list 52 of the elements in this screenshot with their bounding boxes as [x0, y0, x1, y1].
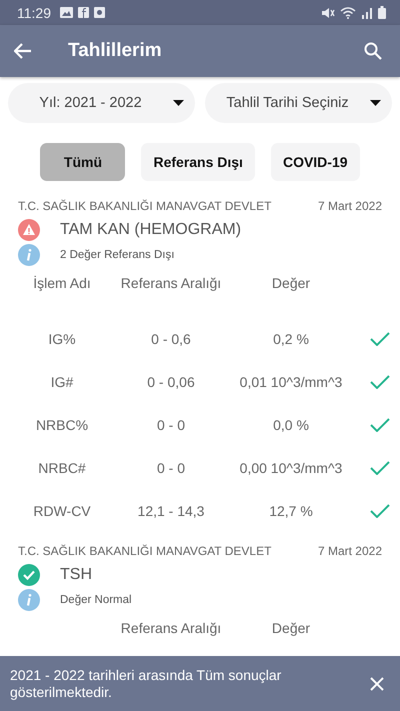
close-icon: [370, 676, 384, 690]
check-circle-icon: [18, 564, 40, 586]
back-arrow-icon: [14, 43, 32, 59]
clock: 11:29: [17, 4, 51, 20]
test-name: TSH: [60, 566, 92, 584]
table-cell: IG#: [50, 374, 74, 390]
column-header: Referans Aralığı: [120, 275, 222, 291]
table-cell: 0 - 0,6: [151, 330, 191, 346]
dropdown[interactable]: Yıl: 2021 - 2022: [8, 83, 195, 123]
filter-tab[interactable]: COVID-19: [270, 143, 360, 181]
hospital-name: T.C. SAĞLIK BAKANLIĞI MANAVGAT DEVLET: [18, 199, 272, 213]
table-cell: 12,1 - 14,3: [138, 502, 204, 518]
column-header: Referans Aralığı: [120, 620, 222, 636]
info-icon: [18, 244, 40, 266]
page-title: Tahlillerim: [68, 40, 163, 62]
test-name: TAM KAN (HEMOGRAM): [60, 221, 242, 239]
table-cell: 0,2 %: [273, 330, 309, 346]
signal-icon: [361, 6, 373, 18]
summary-text: 2 Değer Referans Dışı: [60, 249, 174, 261]
battery-icon: [378, 6, 386, 19]
image-icon: [60, 7, 73, 18]
search-icon: [364, 42, 382, 60]
table-cell: IG%: [48, 330, 76, 346]
table-cell: 12,7 %: [269, 502, 313, 518]
table-cell: NRBC#: [38, 460, 86, 476]
square-icon: [78, 7, 89, 18]
caret-icon: [370, 100, 381, 106]
filter-tab[interactable]: Tümü: [40, 143, 126, 181]
table-cell: 0,01 10^3/mm^3: [240, 374, 342, 390]
mute-icon: [321, 6, 335, 18]
caret-icon: [173, 100, 184, 106]
table-cell: 0,0 %: [273, 416, 309, 432]
info-icon: [18, 589, 40, 611]
square-icon: [94, 7, 105, 18]
snackbar-message: 2021 - 2022 tarihleri arasında Tüm sonuçlar gösterilmektedir.: [10, 666, 282, 700]
dropdown[interactable]: Tahlil Tarihi Seçiniz: [205, 83, 392, 123]
table-cell: 0 - 0: [156, 416, 185, 432]
wifi-icon: [340, 6, 356, 18]
warning-icon: [18, 219, 40, 241]
column-header: Değer: [272, 620, 310, 636]
table-cell: 0 - 0: [156, 460, 185, 476]
summary-text: Değer Normal: [60, 594, 132, 606]
table-cell: NRBC%: [36, 416, 88, 432]
table-cell: 0,00 10^3/mm^3: [240, 460, 342, 476]
result-date: 7 Mart 2022: [318, 199, 382, 213]
column-header: Değer: [272, 275, 310, 291]
column-header: İşlem Adı: [33, 275, 91, 291]
table-cell: RDW-CV: [33, 502, 91, 518]
result-date: 7 Mart 2022: [318, 544, 382, 558]
filter-tab[interactable]: Referans Dışı: [141, 143, 255, 181]
hospital-name: T.C. SAĞLIK BAKANLIĞI MANAVGAT DEVLET: [18, 544, 272, 558]
table-cell: 0 - 0,06: [147, 374, 195, 390]
